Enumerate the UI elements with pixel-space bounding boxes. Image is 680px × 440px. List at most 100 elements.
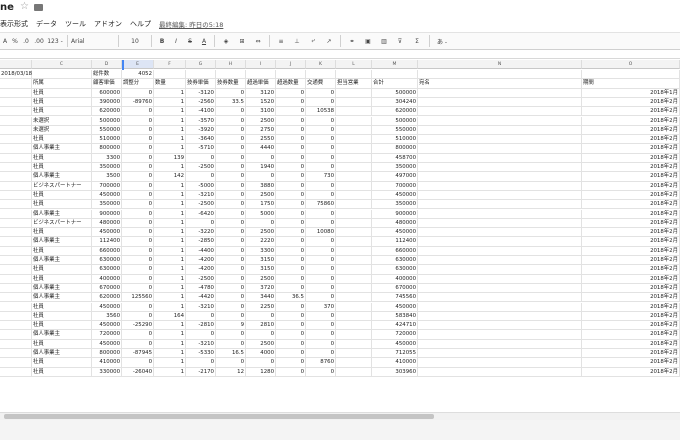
table-cell[interactable]	[418, 70, 582, 80]
table-cell[interactable]: 1	[154, 367, 186, 377]
table-cell[interactable]: -3570	[186, 116, 216, 126]
table-cell[interactable]: 2018年2月	[582, 283, 680, 294]
table-cell[interactable]: 450000	[92, 339, 122, 349]
table-cell[interactable]	[336, 135, 372, 145]
table-cell[interactable]: 125560	[122, 293, 154, 303]
table-cell[interactable]: 0	[216, 88, 246, 98]
table-cell[interactable]	[0, 265, 32, 275]
table-cell[interactable]: 0	[122, 358, 154, 368]
table-cell[interactable]	[418, 97, 582, 108]
table-cell[interactable]	[418, 172, 582, 182]
table-cell[interactable]: 2018年2月	[582, 265, 680, 275]
table-cell[interactable]: 2018年2月	[582, 200, 680, 210]
table-cell[interactable]	[336, 172, 372, 182]
align-vertical-icon[interactable]: ⊥	[289, 33, 305, 49]
table-cell[interactable]: 2018/03/18	[0, 70, 32, 80]
table-cell[interactable]: 1	[154, 116, 186, 126]
table-cell[interactable]	[336, 339, 372, 349]
table-cell[interactable]: 3300	[246, 246, 276, 256]
table-cell[interactable]: 330000	[92, 367, 122, 377]
table-cell[interactable]	[336, 265, 372, 275]
table-cell[interactable]: 0	[306, 237, 336, 247]
table-cell[interactable]	[0, 367, 32, 377]
table-cell[interactable]	[0, 256, 32, 266]
table-cell[interactable]: -3210	[186, 190, 216, 201]
table-cell[interactable]	[336, 311, 372, 322]
table-cell[interactable]	[0, 218, 32, 229]
table-cell[interactable]: 720000	[372, 330, 418, 340]
table-cell[interactable]: 1	[154, 283, 186, 294]
table-cell[interactable]: 1	[154, 256, 186, 266]
table-cell[interactable]: 112400	[372, 237, 418, 247]
table-cell[interactable]	[418, 218, 582, 229]
table-cell[interactable]: 350000	[372, 200, 418, 210]
table-cell[interactable]	[0, 246, 32, 256]
table-cell[interactable]	[418, 330, 582, 340]
table-cell[interactable]: 0	[306, 367, 336, 377]
table-cell[interactable]: 0	[122, 107, 154, 117]
table-cell[interactable]	[246, 70, 276, 80]
table-cell[interactable]: 0	[276, 107, 306, 117]
table-cell[interactable]: -3210	[186, 339, 216, 349]
table-cell[interactable]: 2018年2月	[582, 246, 680, 256]
table-cell[interactable]	[0, 228, 32, 238]
table-cell[interactable]	[32, 70, 92, 80]
table-cell[interactable]: 720000	[92, 330, 122, 340]
table-cell[interactable]	[336, 116, 372, 126]
table-cell[interactable]: 0	[216, 190, 246, 201]
table-cell[interactable]: 410000	[372, 358, 418, 368]
table-cell[interactable]: 0	[276, 311, 306, 322]
table-cell[interactable]: 0	[276, 200, 306, 210]
table-cell[interactable]: 個人事業主	[32, 172, 92, 182]
table-cell[interactable]: 0	[306, 330, 336, 340]
table-cell[interactable]: 712055	[372, 349, 418, 359]
table-cell[interactable]: 期間	[582, 79, 680, 89]
table-cell[interactable]	[336, 190, 372, 201]
sheet-grid[interactable]: C D E F G H I J K L M N O 2018/03/18 総件数 4052 所属 顧客単価 調整分数…	[0, 60, 680, 412]
table-cell[interactable]: 0	[306, 116, 336, 126]
table-cell[interactable]	[336, 367, 372, 377]
percent-button[interactable]: %	[10, 33, 20, 49]
table-cell[interactable]: -6420	[186, 209, 216, 219]
table-cell[interactable]: 0	[216, 116, 246, 126]
table-cell[interactable]: 0	[276, 218, 306, 229]
table-cell[interactable]: 9	[216, 321, 246, 331]
table-cell[interactable]: 2018年2月	[582, 163, 680, 173]
table-cell[interactable]: 技券数量	[216, 79, 246, 89]
table-cell[interactable]: 0	[276, 209, 306, 219]
table-cell[interactable]	[336, 302, 372, 312]
table-cell[interactable]	[336, 144, 372, 154]
table-cell[interactable]: 0	[276, 358, 306, 368]
table-cell[interactable]	[418, 256, 582, 266]
table-cell[interactable]: 480000	[372, 218, 418, 229]
menu-addons[interactable]: アドオン	[94, 19, 122, 29]
column-header[interactable]: L	[336, 60, 372, 69]
table-cell[interactable]: 5000	[246, 209, 276, 219]
table-cell[interactable]: 1	[154, 200, 186, 210]
table-cell[interactable]: 0	[246, 153, 276, 163]
table-cell[interactable]: -2500	[186, 200, 216, 210]
table-cell[interactable]: 2018年2月	[582, 339, 680, 349]
table-cell[interactable]: 33.5	[216, 97, 246, 108]
column-header[interactable]: G	[186, 60, 216, 69]
table-cell[interactable]: 未選択	[32, 125, 92, 136]
table-cell[interactable]: 社員	[32, 153, 92, 163]
table-cell[interactable]: 3150	[246, 256, 276, 266]
table-cell[interactable]: 2018年2月	[582, 190, 680, 201]
table-cell[interactable]: 2500	[246, 274, 276, 284]
table-cell[interactable]: 497000	[372, 172, 418, 182]
table-cell[interactable]: -3210	[186, 302, 216, 312]
formula-bar[interactable]	[0, 50, 680, 59]
table-cell[interactable]: 超過単価	[246, 79, 276, 89]
table-cell[interactable]: 0	[306, 283, 336, 294]
table-cell[interactable]: 0	[216, 311, 246, 322]
table-cell[interactable]	[336, 293, 372, 303]
italic-button[interactable]: I	[169, 33, 183, 49]
table-cell[interactable]: 0	[216, 283, 246, 294]
table-cell[interactable]: 0	[122, 311, 154, 322]
chart-icon[interactable]: ▥	[376, 33, 392, 49]
table-cell[interactable]: 500000	[92, 116, 122, 126]
table-cell[interactable]	[336, 256, 372, 266]
table-cell[interactable]	[336, 246, 372, 256]
table-cell[interactable]	[0, 330, 32, 340]
